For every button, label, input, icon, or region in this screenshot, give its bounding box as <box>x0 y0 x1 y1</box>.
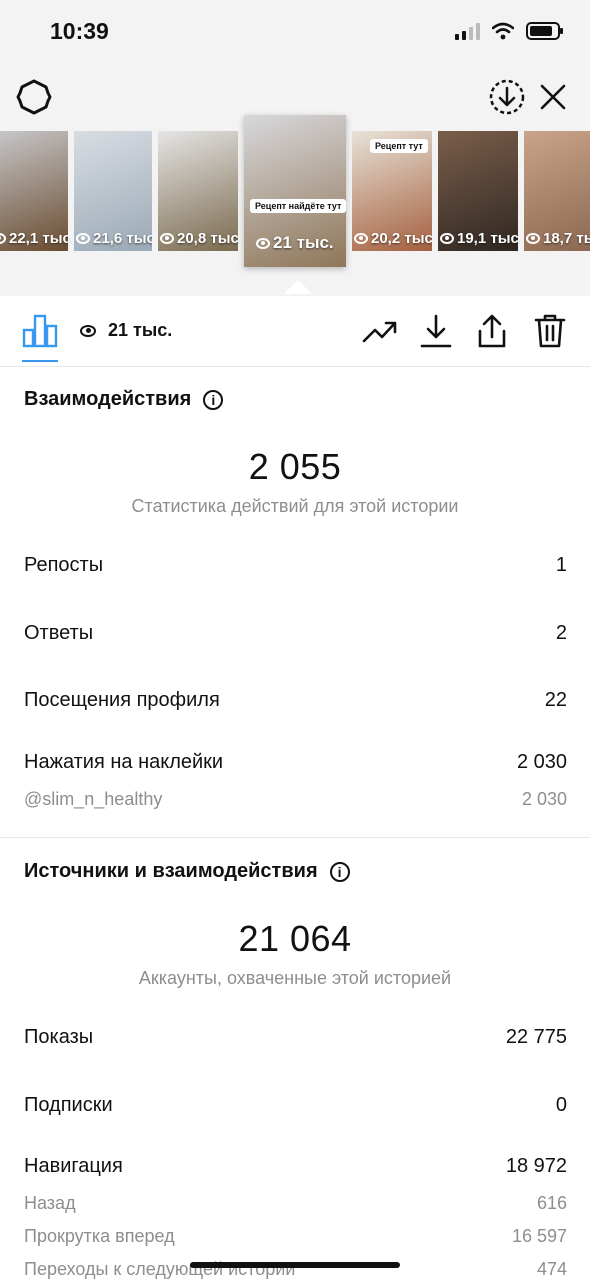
status-icons <box>455 22 563 40</box>
metric-label: Подписки <box>24 1094 113 1116</box>
metric-subrow-forward: Прокрутка вперед 16 597 <box>24 1226 567 1247</box>
metric-row-sticker-taps: Нажатия на наклейки 2 030 <box>24 751 567 774</box>
metric-label: Прокрутка вперед <box>24 1226 175 1246</box>
metric-row-replies: Ответы 2 <box>24 622 567 645</box>
metric-value: 616 <box>536 1193 567 1213</box>
thumbnail-views: 20,8 тыс <box>160 230 238 247</box>
story-thumbnail-strip[interactable]: 22,1 тыс 21,6 тыс 20,8 тыс Рецепт найдёт… <box>0 115 590 267</box>
interactions-section-title: Взаимодействия i <box>24 388 224 411</box>
metric-label: Репосты <box>24 554 104 576</box>
metric-value: 2 <box>555 622 567 644</box>
eye-icon <box>76 233 90 244</box>
eye-icon <box>354 233 368 244</box>
battery-icon <box>526 22 563 40</box>
metric-value: 22 775 <box>505 1026 567 1048</box>
metric-label: Нажатия на наклейки <box>24 751 224 773</box>
info-icon[interactable]: i <box>329 861 350 882</box>
metric-label: Ответы <box>24 622 94 644</box>
trash-icon[interactable] <box>532 313 568 349</box>
discovery-total: 21 064 <box>238 918 352 959</box>
metric-value: 2 030 <box>521 789 567 809</box>
metric-value: 22 <box>544 689 567 711</box>
insights-toolbar: 21 тыс. <box>0 296 590 367</box>
cellular-signal-icon <box>455 22 480 40</box>
eye-icon <box>160 233 174 244</box>
eye-icon <box>440 233 454 244</box>
download-circle-icon[interactable] <box>488 78 526 116</box>
thumbnail-views: 19,1 тыс <box>440 230 518 247</box>
views-count: 21 тыс. <box>80 320 172 341</box>
metric-row-follows: Подписки 0 <box>24 1094 567 1117</box>
discovery-section-title: Источники и взаимодействия i <box>24 860 350 883</box>
eye-icon <box>0 233 6 244</box>
metric-value: 2 030 <box>516 751 567 773</box>
story-thumbnail[interactable]: 21,6 тыс <box>74 131 152 251</box>
metric-label: Посещения профиля <box>24 689 220 711</box>
metric-label: Навигация <box>24 1155 123 1177</box>
info-icon[interactable]: i <box>203 389 224 410</box>
views-count-label: 21 тыс. <box>108 320 173 340</box>
thumbnail-views: 22,1 тыс <box>0 230 68 247</box>
discovery-caption: Аккаунты, охваченные этой историей <box>138 968 452 988</box>
status-bar: 10:39 <box>0 0 590 64</box>
metric-value: 16 597 <box>511 1226 567 1246</box>
trending-up-icon[interactable] <box>362 313 398 349</box>
metric-row-navigation: Навигация 18 972 <box>24 1155 567 1178</box>
insights-bar-chart-icon[interactable] <box>22 312 58 348</box>
metric-value: 474 <box>536 1259 567 1279</box>
eye-icon <box>526 233 540 244</box>
interactions-caption: Статистика действий для этой истории <box>131 496 459 516</box>
eye-icon <box>256 237 270 249</box>
story-thumbnail[interactable]: 18,7 тыс <box>524 131 590 251</box>
selected-story-pointer <box>284 280 312 294</box>
metric-subrow-sticker-handle: @slim_n_healthy 2 030 <box>24 789 567 810</box>
wifi-icon <box>492 22 514 40</box>
story-thumbnail[interactable]: 19,1 тыс <box>438 131 518 251</box>
metric-value: 18 972 <box>505 1155 567 1177</box>
section-divider <box>0 837 590 838</box>
story-thumbnail[interactable]: 22,1 тыс <box>0 131 68 251</box>
status-time: 10:39 <box>50 18 109 44</box>
metric-value: 0 <box>555 1094 567 1116</box>
share-icon[interactable] <box>474 313 510 349</box>
metric-row-impressions: Показы 22 775 <box>24 1026 567 1049</box>
thumbnail-views: 18,7 тыс <box>526 230 590 247</box>
sticker-label: Рецепт тут <box>370 139 428 153</box>
home-indicator[interactable] <box>190 1262 400 1268</box>
story-thumbnail[interactable]: 20,8 тыс <box>158 131 238 251</box>
metric-value: 1 <box>555 554 567 576</box>
thumbnail-views: 21 тыс. <box>256 233 334 253</box>
metric-label: Назад <box>24 1193 76 1213</box>
story-header: 22,1 тыс 21,6 тыс 20,8 тыс Рецепт найдёт… <box>0 64 590 296</box>
eye-icon <box>80 324 96 337</box>
metric-label[interactable]: @slim_n_healthy <box>24 789 162 810</box>
close-icon[interactable] <box>534 78 572 116</box>
download-icon[interactable] <box>418 313 454 349</box>
story-thumbnail-selected[interactable]: Рецепт найдёте тут 21 тыс. <box>244 115 346 267</box>
thumbnail-views: 20,2 тыс <box>354 230 432 247</box>
settings-gear-icon[interactable] <box>16 79 52 115</box>
metric-subrow-back: Назад 616 <box>24 1193 567 1214</box>
metric-label: Показы <box>24 1026 94 1048</box>
sticker-label: Рецепт найдёте тут <box>250 199 346 213</box>
metric-row-profile-visits: Посещения профиля 22 <box>24 689 567 712</box>
active-tab-indicator <box>22 360 58 362</box>
metric-row-reposts: Репосты 1 <box>24 554 567 577</box>
thumbnail-views: 21,6 тыс <box>76 230 152 247</box>
story-thumbnail[interactable]: Рецепт тут 20,2 тыс <box>352 131 432 251</box>
interactions-total: 2 055 <box>248 446 342 487</box>
